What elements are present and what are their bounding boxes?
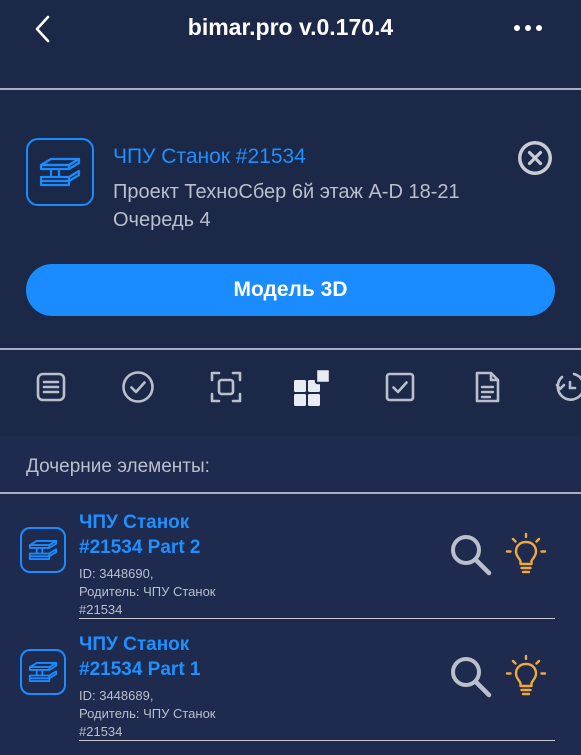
tab-checklist[interactable] [380,367,420,407]
blocks-icon [294,367,332,406]
checkbox-icon [385,372,415,402]
document-icon [475,371,500,403]
tab-toolbar [0,350,581,436]
queue-name: Очередь 4 [113,209,211,231]
child-meta: ID: 3448689, Родитель: ЧПУ Станок #21534 [79,687,279,741]
divider [79,740,555,741]
project-name: Проект ТехноСбер 6й этаж A-D 18-21 [113,181,460,203]
element-subtitle: Проект ТехноСбер 6й этаж A-D 18-21 Очере… [113,178,533,234]
child-title[interactable]: ЧПУ Станок #21534 Part 2 [79,510,279,560]
page-title: bimar.pro v.0.170.4 [187,14,394,40]
child-title[interactable]: ЧПУ Станок #21534 Part 1 [79,632,279,682]
highlight-button[interactable] [505,654,547,698]
list-item[interactable]: ЧПУ Станок #21534 Part 1 ID: 3448689, Ро… [0,619,581,741]
check-circle-icon [122,371,154,403]
tab-focus[interactable] [206,367,246,407]
element-thumbnail [20,527,66,573]
close-circle-icon [518,141,552,175]
top-bar: bimar.pro v.0.170.4 [0,0,581,88]
tab-children[interactable] [293,367,333,407]
search-icon [451,535,492,576]
search-button[interactable] [448,654,494,700]
element-title[interactable]: ЧПУ Станок #21534 [113,145,306,169]
child-meta: ID: 3448690, Родитель: ЧПУ Станок #21534 [79,565,279,619]
child-id: ID: 3448690, [79,566,154,581]
more-button[interactable] [513,18,543,38]
tab-details[interactable] [31,367,71,407]
steel-beam-icon [28,540,58,560]
lightbulb-icon [505,654,547,696]
child-parent: Родитель: ЧПУ Станок [79,584,216,599]
model-3d-button[interactable]: Модель 3D [26,264,555,316]
element-thumbnail [20,649,66,695]
close-button[interactable] [517,140,553,176]
tab-status[interactable] [118,367,158,407]
list-item[interactable]: ЧПУ Станок #21534 Part 2 ID: 3448690, Ро… [0,497,581,619]
divider [0,492,581,494]
child-id: ID: 3448689, [79,688,154,703]
children-section: Дочерние элементы: ЧПУ Станок #21534 Par… [0,436,581,755]
child-parent: Родитель: ЧПУ Станок [79,706,216,721]
tab-documents[interactable] [467,367,507,407]
section-title: Дочерние элементы: [26,456,210,477]
list-icon [36,372,66,402]
element-thumbnail [26,138,94,206]
steel-beam-icon [39,157,81,187]
search-button[interactable] [448,532,494,578]
focus-frame-icon [210,371,242,403]
history-icon [555,372,581,401]
more-dots-icon [514,25,542,31]
element-card: ЧПУ Станок #21534 Проект ТехноСбер 6й эт… [0,90,581,349]
tab-history[interactable] [552,367,581,407]
search-icon [451,657,492,698]
lightbulb-icon [505,532,547,574]
steel-beam-icon [28,662,58,682]
highlight-button[interactable] [505,532,547,576]
